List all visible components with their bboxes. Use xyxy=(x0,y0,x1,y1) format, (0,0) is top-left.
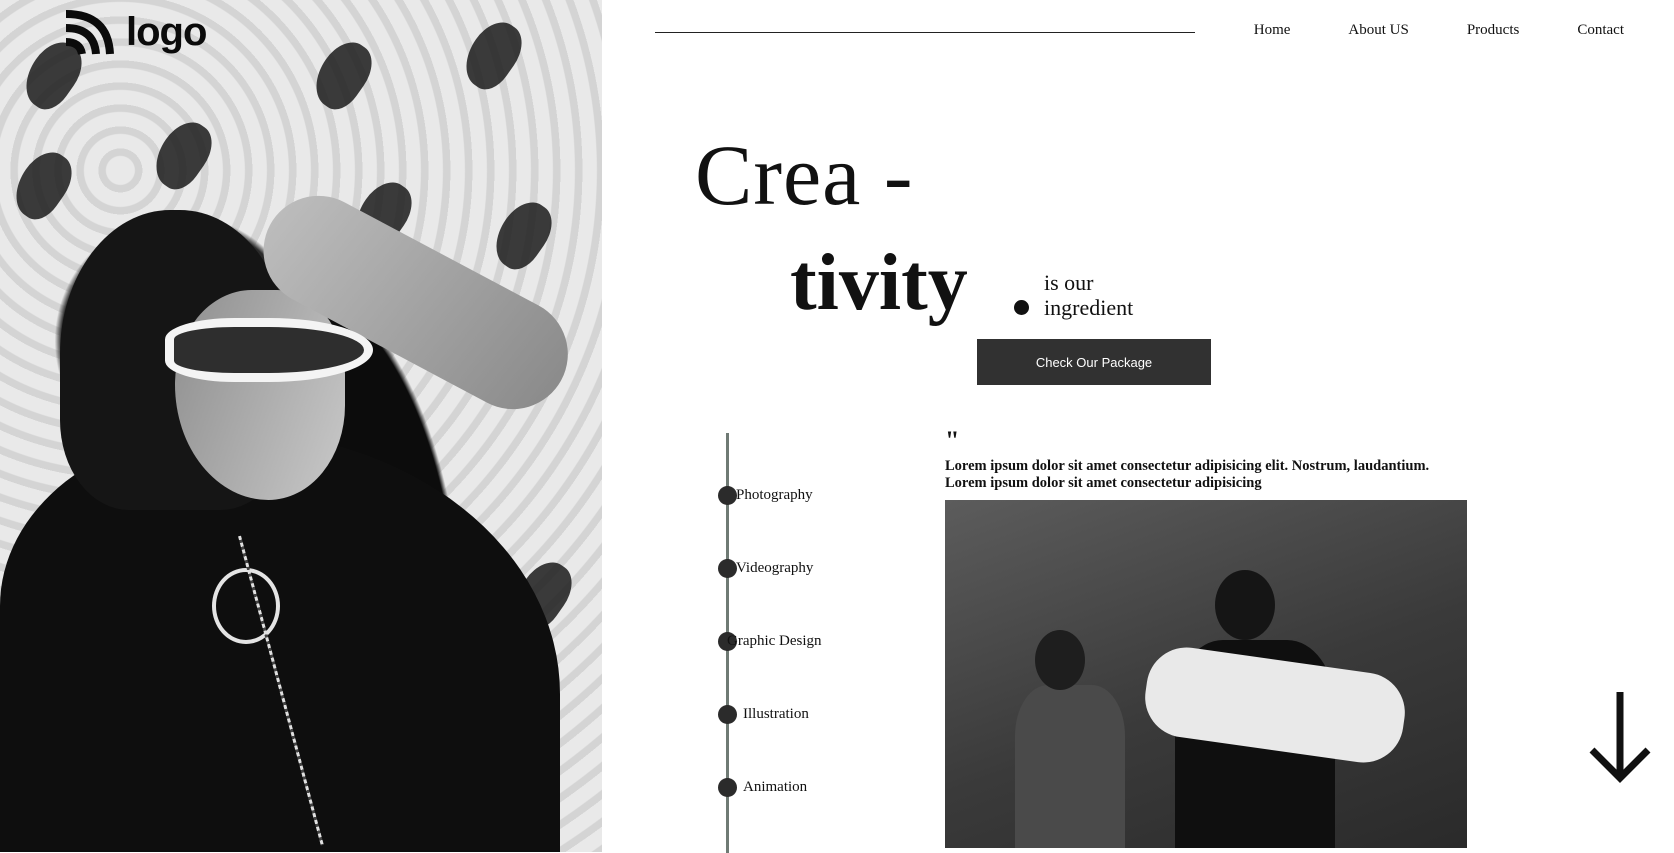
check-package-button[interactable]: Check Our Package xyxy=(977,339,1211,385)
service-label: Graphic Design xyxy=(727,633,822,649)
service-label: Photography xyxy=(736,487,813,503)
service-illustration[interactable]: Illustration xyxy=(718,705,809,724)
timeline-dot xyxy=(718,705,737,724)
arrow-down-icon[interactable] xyxy=(1588,690,1652,785)
headline-subtitle: is our ingredient xyxy=(1044,270,1133,320)
main-nav: Home About US Products Contact xyxy=(1254,22,1624,39)
service-animation[interactable]: Animation xyxy=(718,778,807,797)
timeline-dot xyxy=(718,559,737,578)
service-label: Animation xyxy=(743,779,808,795)
logo[interactable]: logo xyxy=(64,8,207,56)
headline-line-1: Crea - xyxy=(695,127,914,223)
service-label: Videography xyxy=(736,560,814,576)
headline-line-2: tivity xyxy=(790,239,968,327)
timeline-dot xyxy=(718,486,737,505)
logo-mark-icon xyxy=(65,10,114,55)
nav-divider xyxy=(655,32,1195,33)
timeline-dot xyxy=(718,778,737,797)
nav-home[interactable]: Home xyxy=(1254,22,1291,39)
subtitle-line-1: is our xyxy=(1044,270,1094,295)
subtitle-line-2: ingredient xyxy=(1044,295,1134,320)
dancers-photo xyxy=(945,500,1467,848)
service-graphic-design[interactable]: Graphic Design xyxy=(718,632,822,651)
service-label: Illustration xyxy=(743,706,809,722)
headline-dot xyxy=(1014,300,1029,315)
service-photography[interactable]: Photography xyxy=(718,486,813,505)
quote-text: Lorem ipsum dolor sit amet consectetur a… xyxy=(945,458,1465,492)
nav-contact[interactable]: Contact xyxy=(1577,22,1624,39)
service-videography[interactable]: Videography xyxy=(718,559,813,578)
nav-about-us[interactable]: About US xyxy=(1348,22,1408,39)
quote-mark: " xyxy=(945,426,960,455)
logo-text: logo xyxy=(126,9,207,54)
hero-image xyxy=(0,0,602,852)
quote-line-2: Lorem ipsum dolor sit amet consectetur a… xyxy=(945,475,1262,491)
nav-products[interactable]: Products xyxy=(1467,22,1520,39)
quote-line-1: Lorem ipsum dolor sit amet consectetur a… xyxy=(945,458,1430,474)
